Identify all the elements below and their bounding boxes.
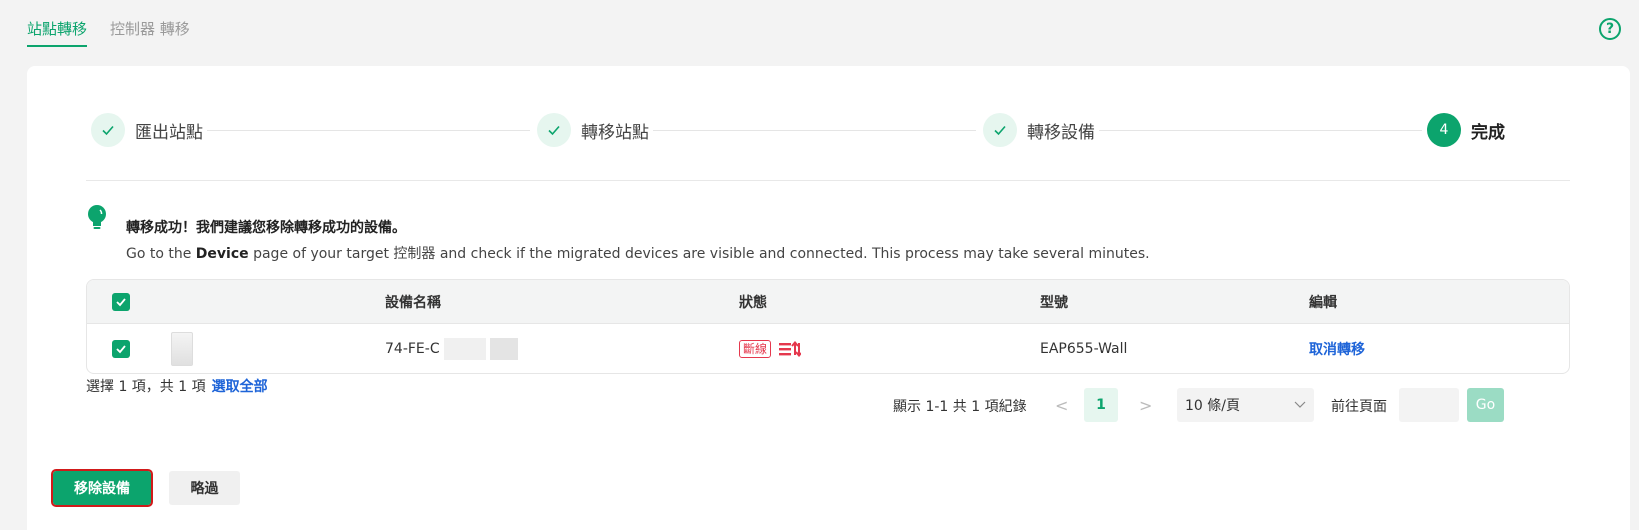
pagination-total: 顯示 1-1 共 1 項紀錄 bbox=[893, 399, 1027, 415]
status-badge: 斷線 bbox=[739, 340, 772, 358]
step-migrate-site: 轉移站點 bbox=[537, 113, 649, 147]
header-device-name: 設備名稱 bbox=[385, 294, 441, 311]
chevron-down-icon bbox=[1294, 401, 1306, 408]
check-icon bbox=[537, 113, 571, 147]
page-1-button[interactable]: 1 bbox=[1084, 388, 1118, 422]
tab-controller-migration[interactable]: 控制器 轉移 bbox=[110, 18, 190, 39]
step-connector bbox=[1099, 130, 1422, 131]
help-icon[interactable]: ? bbox=[1599, 18, 1621, 40]
divider bbox=[86, 180, 1570, 181]
next-page-button[interactable]: > bbox=[1139, 396, 1152, 415]
tip-description: Go to the Device page of your target 控制器… bbox=[126, 246, 1150, 262]
check-icon bbox=[116, 345, 126, 354]
step-complete: 4 完成 bbox=[1427, 113, 1505, 147]
row-checkbox[interactable] bbox=[112, 324, 130, 373]
goto-page-label: 前往頁面 bbox=[1331, 399, 1387, 415]
step-connector bbox=[207, 130, 530, 131]
device-table: 設備名稱 狀態 型號 編輯 74-FE-C 斷線 EAP655-Wall 取消轉… bbox=[86, 279, 1570, 374]
tip-title: 轉移成功！我們建議您移除轉移成功的設備。 bbox=[126, 220, 406, 236]
remove-devices-button[interactable]: 移除設備 bbox=[51, 469, 153, 507]
device-name: 74-FE-C bbox=[385, 324, 518, 373]
top-bar: 站點轉移 控制器 轉移 ? bbox=[0, 0, 1639, 58]
device-status: 斷線 bbox=[739, 324, 802, 373]
step-label: 轉移站點 bbox=[581, 122, 649, 143]
header-edit: 編輯 bbox=[1309, 294, 1337, 311]
header-model: 型號 bbox=[1040, 294, 1068, 311]
step-export-site: 匯出站點 bbox=[91, 113, 203, 147]
step-label: 轉移設備 bbox=[1027, 122, 1095, 143]
select-all-link[interactable]: 選取全部 bbox=[212, 379, 268, 395]
table-header: 設備名稱 狀態 型號 編輯 bbox=[87, 280, 1569, 324]
tab-site-migration[interactable]: 站點轉移 bbox=[27, 18, 88, 47]
select-all-checkbox[interactable] bbox=[112, 280, 130, 323]
goto-page-input[interactable] bbox=[1399, 388, 1459, 422]
check-icon bbox=[116, 297, 126, 306]
table-row: 74-FE-C 斷線 EAP655-Wall 取消轉移 bbox=[87, 324, 1569, 373]
skip-button[interactable]: 略過 bbox=[169, 471, 240, 505]
prev-page-button[interactable]: < bbox=[1055, 396, 1068, 415]
step-connector bbox=[653, 130, 976, 131]
step-migrate-devices: 轉移設備 bbox=[983, 113, 1095, 147]
step-label: 完成 bbox=[1471, 122, 1505, 143]
lightbulb-icon bbox=[88, 205, 106, 229]
go-button[interactable]: Go bbox=[1467, 388, 1504, 422]
page-size-select[interactable]: 10 條/頁 bbox=[1177, 388, 1314, 422]
migrate-icon bbox=[779, 341, 802, 357]
device-model: EAP655-Wall bbox=[1040, 341, 1128, 357]
check-icon bbox=[983, 113, 1017, 147]
migration-card: 匯出站點 轉移站點 轉移設備 4 完成 轉移成功！我們建議您移除轉移成功的設備。… bbox=[27, 66, 1630, 530]
step-number: 4 bbox=[1427, 113, 1461, 147]
device-thumbnail bbox=[171, 324, 193, 373]
step-label: 匯出站點 bbox=[135, 122, 203, 143]
header-status: 狀態 bbox=[739, 294, 767, 311]
check-icon bbox=[91, 113, 125, 147]
selection-info: 選擇 1 項，共 1 項選取全部 bbox=[86, 379, 268, 395]
cancel-migration-link[interactable]: 取消轉移 bbox=[1309, 324, 1365, 373]
